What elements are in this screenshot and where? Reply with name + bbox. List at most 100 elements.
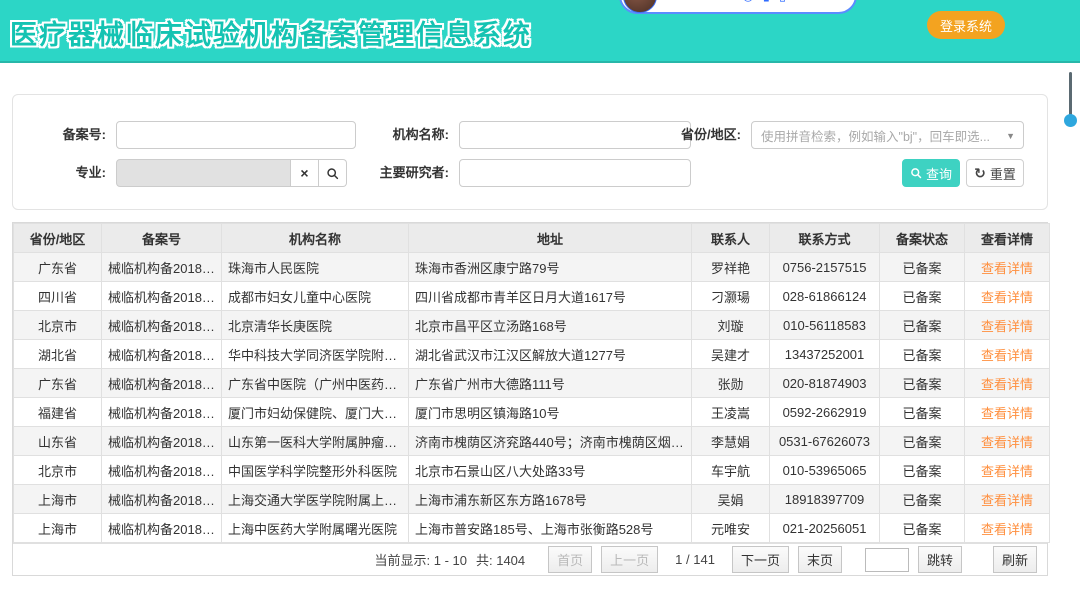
province-select[interactable]: 使用拼音检索，例如输入"bj"，回车即选... ▼ <box>751 121 1024 149</box>
scrollbar-track <box>1069 72 1072 120</box>
cell-address: 上海市浦东新区东方路1678号 <box>409 485 692 514</box>
first-page-button[interactable]: 首页 <box>548 546 592 573</box>
target-icon[interactable]: ◎ <box>742 0 753 2</box>
view-detail-link[interactable]: 查看详情 <box>981 522 1033 537</box>
cell-phone: 0531-67626073 <box>770 427 880 456</box>
login-button[interactable]: 登录系统 <box>927 11 1005 39</box>
table-row: 上海市 械临机构备201800010 上海中医药大学附属曙光医院 上海市普安路1… <box>14 514 1050 543</box>
province-placeholder: 使用拼音检索，例如输入"bj"，回车即选... <box>761 126 990 145</box>
cell-detail: 查看详情 <box>965 311 1050 340</box>
cell-detail: 查看详情 <box>965 456 1050 485</box>
page-title: 医疗器械临床试验机构备案管理信息系统 <box>10 13 532 52</box>
lightning-icon[interactable]: ϟ <box>687 0 694 2</box>
specialty-input[interactable] <box>116 159 291 187</box>
view-detail-link[interactable]: 查看详情 <box>981 319 1033 334</box>
cursor-icon[interactable]: ➤ <box>703 0 714 2</box>
cell-status: 已备案 <box>880 340 965 369</box>
panel-icon[interactable]: ▮ <box>763 0 770 2</box>
cell-org-name: 华中科技大学同济医学院附属协和医院 <box>222 340 409 369</box>
cell-status: 已备案 <box>880 485 965 514</box>
cell-address: 湖北省武汉市江汉区解放大道1277号 <box>409 340 692 369</box>
cell-org-name: 珠海市人民医院 <box>222 253 409 282</box>
cell-address: 四川省成都市青羊区日月大道1617号 <box>409 282 692 311</box>
grid-icon[interactable]: ▯ <box>779 0 786 2</box>
view-detail-link[interactable]: 查看详情 <box>981 464 1033 479</box>
avatar[interactable] <box>623 0 657 13</box>
cell-status: 已备案 <box>880 253 965 282</box>
cell-phone: 021-20256051 <box>770 514 880 543</box>
cell-record-no: 械临机构备201800004 <box>102 340 222 369</box>
scrollbar-thumb[interactable] <box>1064 114 1077 127</box>
cell-contact: 李慧娟 <box>692 427 770 456</box>
floating-toolbar: ★ ϟ ➤ ✎ ◎ ▮ ▯ <box>619 0 857 14</box>
cell-record-no: 械临机构备201800001 <box>102 253 222 282</box>
table-row: 山东省 械临机构备201800007 山东第一医科大学附属肿瘤医院（... 济南… <box>14 427 1050 456</box>
cell-province: 上海市 <box>14 485 102 514</box>
last-page-button[interactable]: 末页 <box>798 546 842 573</box>
cell-province: 广东省 <box>14 253 102 282</box>
cell-province: 北京市 <box>14 456 102 485</box>
table-row: 湖北省 械临机构备201800004 华中科技大学同济医学院附属协和医院 湖北省… <box>14 340 1050 369</box>
col-phone: 联系方式 <box>770 224 880 253</box>
view-detail-link[interactable]: 查看详情 <box>981 290 1033 305</box>
record-no-label: 备案号: <box>33 121 106 149</box>
cell-detail: 查看详情 <box>965 282 1050 311</box>
refresh-button[interactable]: 刷新 <box>993 546 1037 573</box>
table-header-row: 省份/地区 备案号 机构名称 地址 联系人 联系方式 备案状态 查看详情 <box>14 224 1050 253</box>
table-row: 四川省 械临机构备201800002 成都市妇女儿童中心医院 四川省成都市青羊区… <box>14 282 1050 311</box>
cell-record-no: 械临机构备201800007 <box>102 427 222 456</box>
next-page-button[interactable]: 下一页 <box>732 546 789 573</box>
view-detail-link[interactable]: 查看详情 <box>981 493 1033 508</box>
cell-org-name: 上海中医药大学附属曙光医院 <box>222 514 409 543</box>
view-detail-link[interactable]: 查看详情 <box>981 348 1033 363</box>
cell-province: 湖北省 <box>14 340 102 369</box>
cell-province: 福建省 <box>14 398 102 427</box>
prev-page-button[interactable]: 上一页 <box>601 546 658 573</box>
cell-org-name: 广东省中医院（广州中医药大学第... <box>222 369 409 398</box>
cell-detail: 查看详情 <box>965 398 1050 427</box>
cell-address: 厦门市思明区镇海路10号 <box>409 398 692 427</box>
cell-contact: 张勋 <box>692 369 770 398</box>
view-detail-link[interactable]: 查看详情 <box>981 377 1033 392</box>
search-icon <box>910 167 922 179</box>
cell-province: 广东省 <box>14 369 102 398</box>
specialty-search-button[interactable] <box>319 159 347 187</box>
table-row: 福建省 械临机构备201800006 厦门市妇幼保健院、厦门大学附属... 厦门… <box>14 398 1050 427</box>
cell-status: 已备案 <box>880 456 965 485</box>
col-contact: 联系人 <box>692 224 770 253</box>
star-icon[interactable]: ★ <box>666 0 678 2</box>
jump-page-input[interactable] <box>865 548 909 572</box>
cell-detail: 查看详情 <box>965 514 1050 543</box>
researcher-input[interactable] <box>459 159 691 187</box>
reset-button[interactable]: ↻ 重置 <box>966 159 1024 187</box>
cell-record-no: 械临机构备201800008 <box>102 456 222 485</box>
table-row: 北京市 械临机构备201800008 中国医学科学院整形外科医院 北京市石景山区… <box>14 456 1050 485</box>
province-label: 省份/地区: <box>661 121 741 149</box>
cell-detail: 查看详情 <box>965 485 1050 514</box>
cell-record-no: 械临机构备201800010 <box>102 514 222 543</box>
record-no-input[interactable] <box>116 121 356 149</box>
org-name-input[interactable] <box>459 121 691 149</box>
pen-icon[interactable]: ✎ <box>722 0 733 2</box>
view-detail-link[interactable]: 查看详情 <box>981 261 1033 276</box>
cell-contact: 罗祥艳 <box>692 253 770 282</box>
view-detail-link[interactable]: 查看详情 <box>981 406 1033 421</box>
app-header: 医疗器械临床试验机构备案管理信息系统 登录系统 ★ ϟ ➤ ✎ ◎ ▮ ▯ <box>0 0 1080 63</box>
cell-phone: 13437252001 <box>770 340 880 369</box>
cell-address: 济南市槐荫区济兖路440号；济南市槐荫区烟台路2999号 <box>409 427 692 456</box>
query-button[interactable]: 查询 <box>902 159 960 187</box>
cell-phone: 010-53965065 <box>770 456 880 485</box>
cell-detail: 查看详情 <box>965 369 1050 398</box>
cell-contact: 王凌嵩 <box>692 398 770 427</box>
specialty-label: 专业: <box>33 159 106 187</box>
table-body: 广东省 械临机构备201800001 珠海市人民医院 珠海市香洲区康宁路79号 … <box>14 253 1050 543</box>
cell-status: 已备案 <box>880 282 965 311</box>
org-name-label: 机构名称: <box>369 121 449 149</box>
cell-org-name: 成都市妇女儿童中心医院 <box>222 282 409 311</box>
view-detail-link[interactable]: 查看详情 <box>981 435 1033 450</box>
jump-button[interactable]: 跳转 <box>918 546 962 573</box>
total-count-text: 共: 1404 <box>476 550 525 569</box>
specialty-clear-button[interactable]: × <box>291 159 319 187</box>
cell-status: 已备案 <box>880 514 965 543</box>
cell-org-name: 上海交通大学医学院附属上海儿童... <box>222 485 409 514</box>
